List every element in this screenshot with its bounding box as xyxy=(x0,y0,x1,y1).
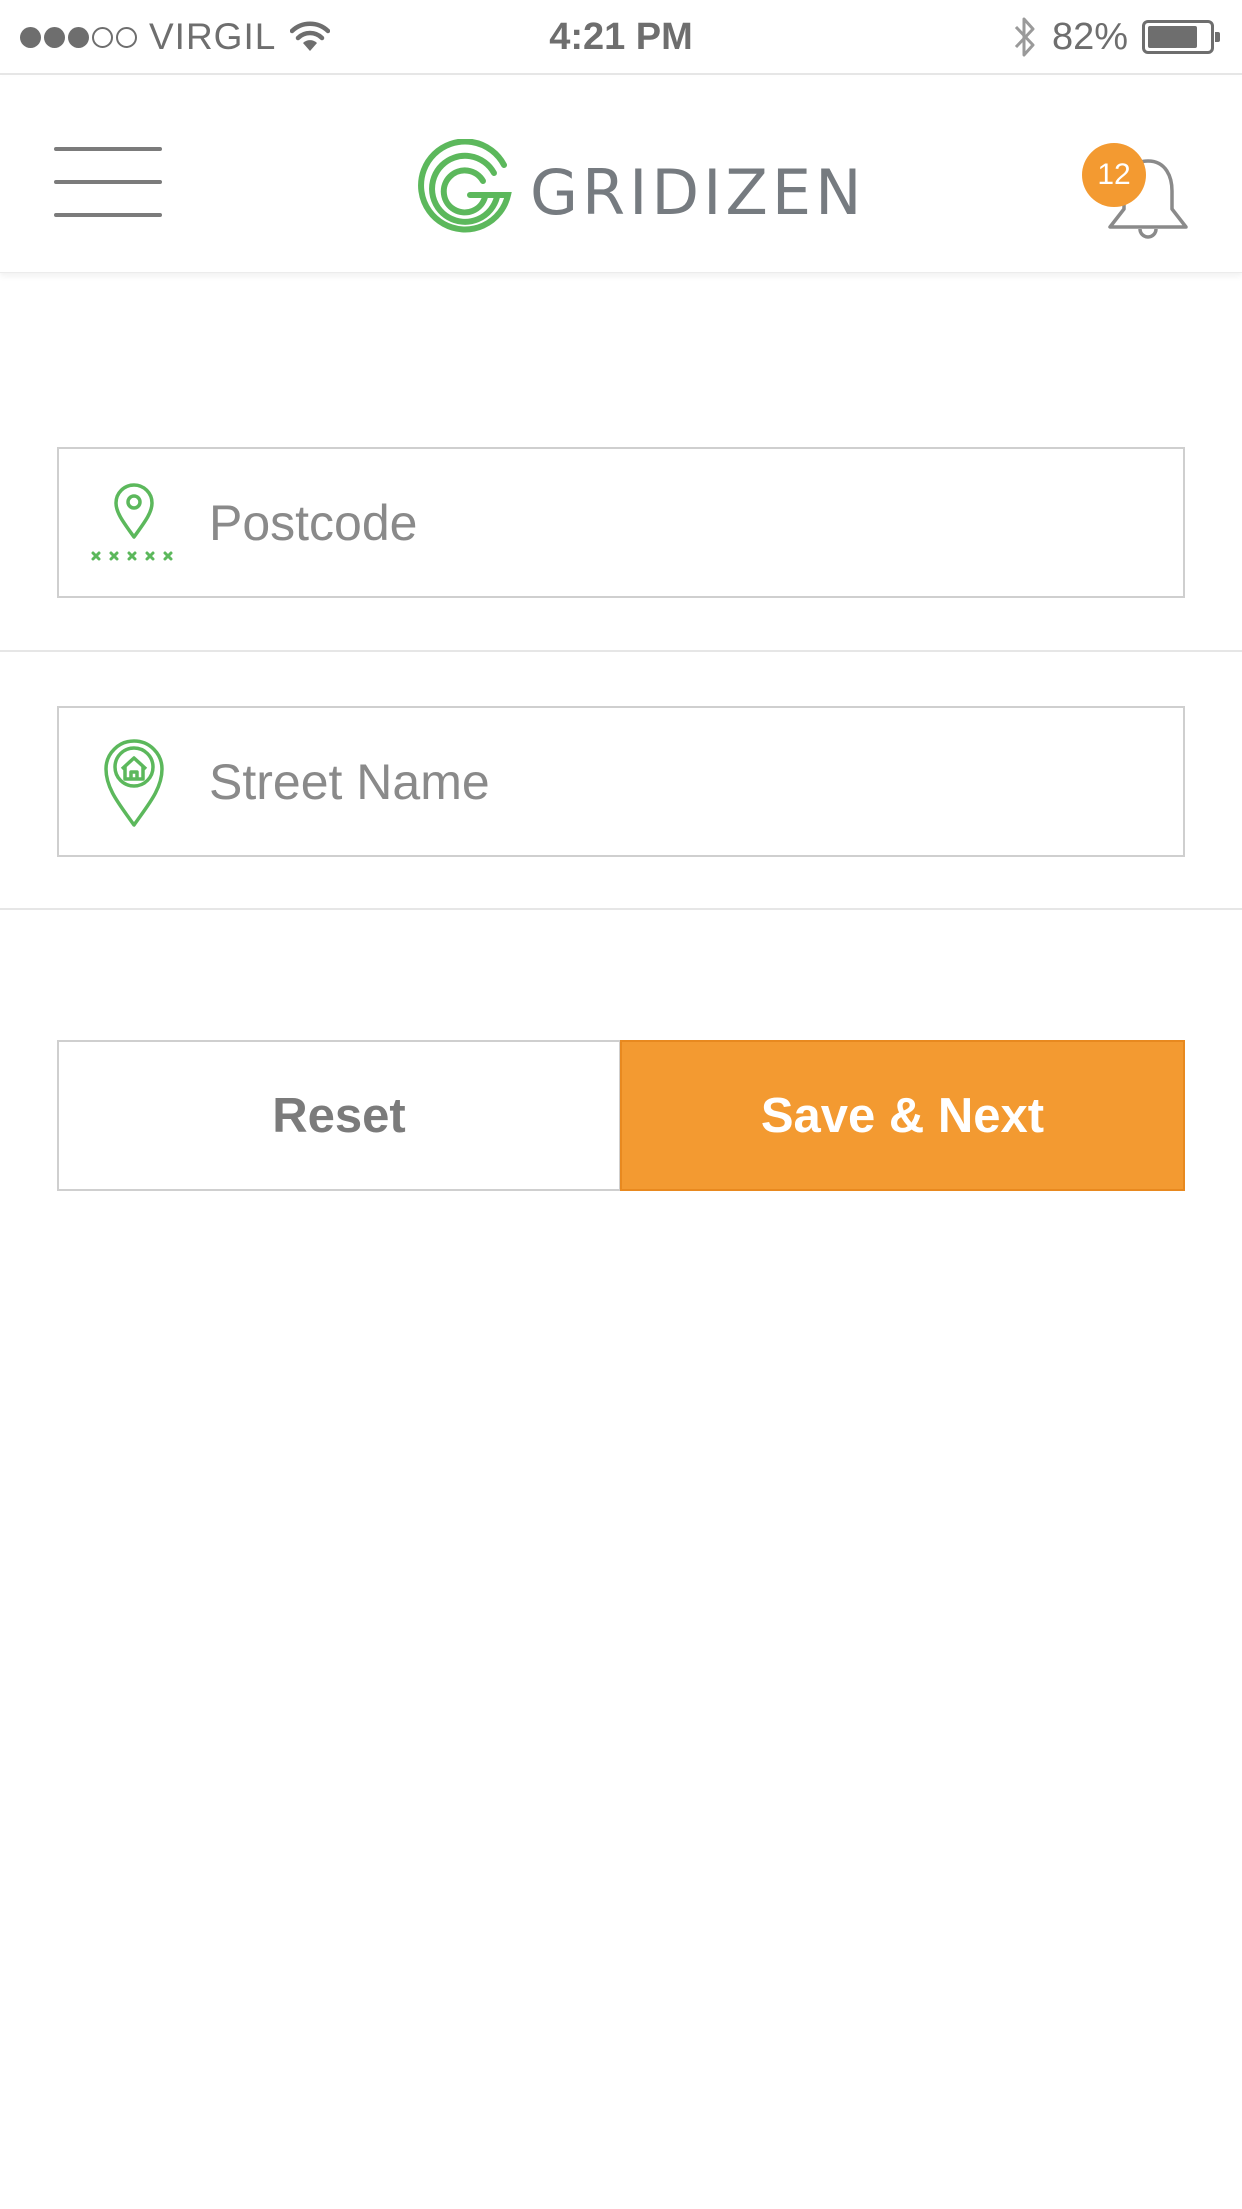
status-bar: VIRGIL 4:21 PM 82% xyxy=(0,0,1242,75)
logo-text: GRIDIZEN xyxy=(530,155,866,229)
gridizen-logo-icon xyxy=(418,139,512,233)
battery-level-fill xyxy=(1148,26,1198,48)
status-right: 82% xyxy=(1012,10,1222,64)
divider xyxy=(0,908,1242,910)
battery-icon xyxy=(1142,20,1220,54)
save-next-button[interactable]: Save & Next xyxy=(620,1040,1185,1191)
street-name-input[interactable] xyxy=(209,752,1109,811)
postcode-pin-icon xyxy=(59,449,209,596)
postcode-input[interactable] xyxy=(209,493,1109,552)
signal-strength-icon xyxy=(20,26,137,48)
wifi-icon xyxy=(290,21,331,51)
app-header: GRIDIZEN 12 xyxy=(0,77,1242,273)
gridizen-logo: GRIDIZEN xyxy=(414,137,865,247)
divider xyxy=(0,650,1242,652)
notification-count-badge: 12 xyxy=(1082,143,1146,207)
battery-percentage: 82% xyxy=(1051,15,1128,58)
house-pin-icon xyxy=(59,708,209,855)
reset-button[interactable]: Reset xyxy=(57,1040,621,1191)
notifications-button[interactable]: 12 xyxy=(1080,143,1200,243)
status-left: VIRGIL xyxy=(20,10,331,64)
street-name-field[interactable] xyxy=(57,706,1185,857)
bluetooth-icon xyxy=(1014,17,1035,57)
carrier-name: VIRGIL xyxy=(149,16,277,57)
postcode-field[interactable] xyxy=(57,447,1185,598)
hamburger-menu-icon[interactable] xyxy=(54,147,162,217)
